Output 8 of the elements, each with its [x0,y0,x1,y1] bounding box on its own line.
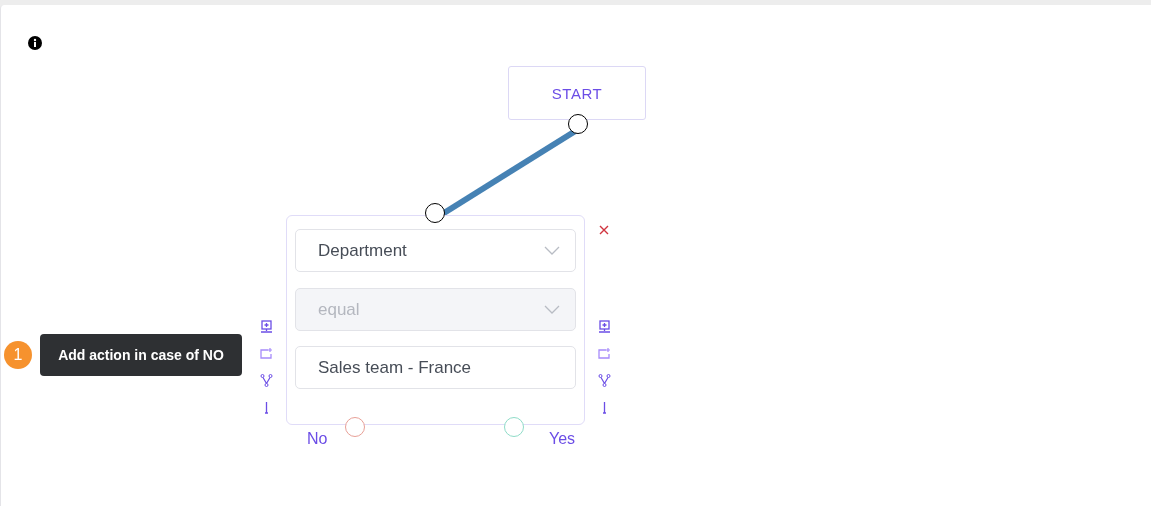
output-label: No [307,430,328,448]
step-badge: 1 [4,341,32,369]
start-node[interactable]: START [508,66,646,120]
tooltip: Add action in case of NO [40,334,242,376]
output-label: Yes [549,430,576,448]
select-field: equal [295,288,576,331]
select-field[interactable]: Department [295,229,576,272]
input-field[interactable]: Sales team - France [295,346,576,389]
